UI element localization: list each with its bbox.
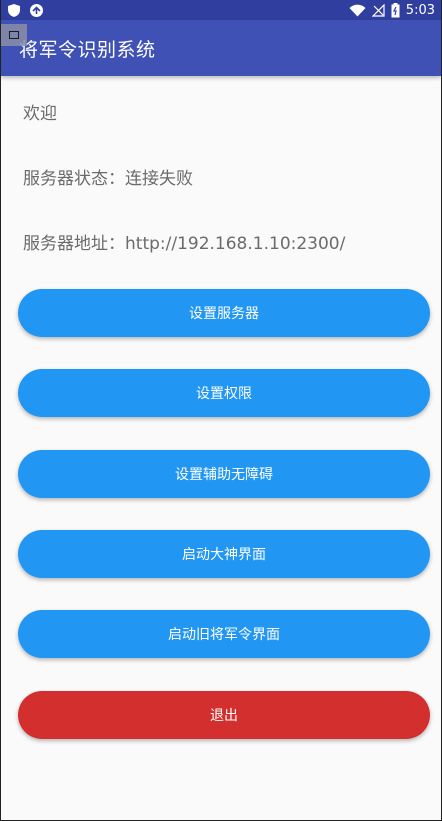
shield-icon (7, 3, 21, 18)
no-signal-icon (371, 3, 385, 17)
status-bar: 5:03 (1, 0, 441, 20)
launch-dashen-button[interactable]: 启动大神界面 (18, 530, 430, 578)
welcome-text: 欢迎 (23, 104, 57, 124)
server-status-text: 服务器状态：连接失败 (23, 169, 193, 189)
launch-old-jiangjunling-button[interactable]: 启动旧将军令界面 (18, 610, 430, 658)
app-bar: 将军令识别系统 (1, 20, 441, 76)
app-title: 将军令识别系统 (19, 38, 156, 61)
status-time: 5:03 (405, 2, 435, 18)
battery-icon (391, 2, 400, 18)
vpn-icon (29, 3, 44, 18)
app-window: 5:03 将军令识别系统 欢迎 服务器状态：连接失败 服务器地址：http://… (0, 0, 442, 821)
window-overlay-icon[interactable] (1, 24, 27, 46)
set-accessibility-button[interactable]: 设置辅助无障碍 (18, 450, 430, 498)
wifi-icon (349, 4, 366, 17)
exit-button[interactable]: 退出 (18, 691, 430, 739)
set-server-button[interactable]: 设置服务器 (18, 289, 430, 337)
server-address-text: 服务器地址：http://192.168.1.10:2300/ (23, 234, 346, 254)
set-permission-button[interactable]: 设置权限 (18, 369, 430, 417)
